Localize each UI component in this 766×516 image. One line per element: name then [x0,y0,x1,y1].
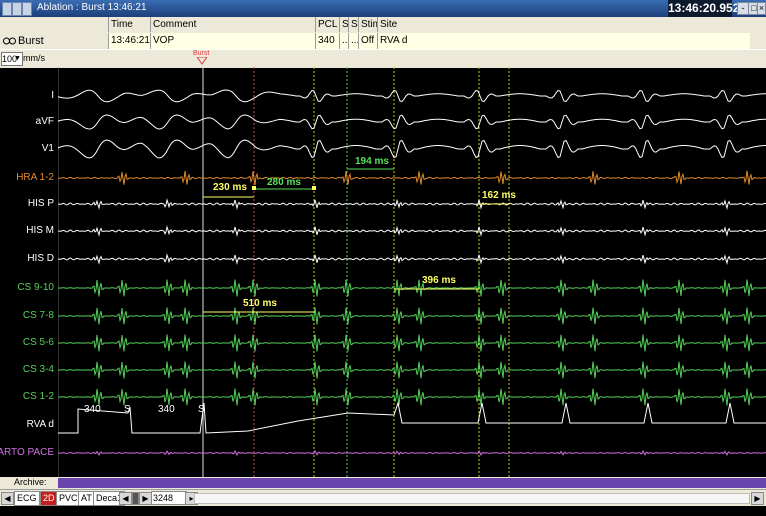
window-title: Ablation : Burst 13:46:21 [37,2,147,13]
measurement-396-label: 396 ms [422,275,456,286]
value-site[interactable]: RVA d [377,33,750,49]
burst-marker-label: Burst [193,50,210,57]
header-pcl[interactable]: PCL [315,17,339,32]
bottom-toolbar: ◀ ECG 2D PVC AT Deca1 ◀ ▶ 3248 ms ▸ ▶ [0,489,766,515]
channel-label-cs-5-6[interactable]: CS 5-6 [23,337,54,348]
trace-his-p [57,198,766,210]
window-icon[interactable] [22,2,32,16]
procedure-name: Burst [18,35,44,47]
header-s1[interactable]: S [339,17,349,32]
value-comment[interactable]: VOP [150,33,315,49]
header-time[interactable]: Time [108,17,150,32]
value-time[interactable]: 13:46:21 [108,33,150,49]
header-site[interactable]: Site [377,17,750,32]
archive-bar: Archive: [0,477,766,489]
channel-label-cs-7-8[interactable]: CS 7-8 [23,310,54,321]
value-s1[interactable]: ... [339,33,348,49]
channel-label-rva-d[interactable]: RVA d [27,419,54,430]
measurement-510-label: 510 ms [243,298,277,309]
trace-his-m [57,225,766,237]
clock-display: 13:46:20.952 [668,0,740,17]
tab-ecg[interactable]: ECG [14,491,40,506]
glasses-icon [3,36,16,46]
first-page-icon[interactable]: ◀ [1,492,14,505]
trace-cs-3-4 [58,361,766,379]
prev-page-icon[interactable]: ◀ [119,492,132,505]
trace-cs-7-8 [58,307,766,325]
header-s2[interactable]: St [348,17,360,32]
signal-area[interactable]: 230 ms 280 ms 194 ms 162 ms 510 ms 396 m… [57,67,766,477]
close-icon[interactable]: × [757,2,766,15]
measurement-162: 162 ms [479,190,516,205]
channel-label-i[interactable]: I [51,90,54,101]
trace-v1 [57,139,766,159]
title-bar: Ablation : Burst 13:46:21 [0,0,766,17]
header-stim[interactable]: Stim# [358,17,377,32]
channel-label-hra-1-2[interactable]: HRA 1-2 [16,172,54,183]
channel-label-cs-1-2[interactable]: CS 1-2 [23,391,54,402]
stim-s-label: S [124,404,131,415]
scroll-thumb[interactable] [132,492,139,505]
tab-pvc[interactable]: PVC [56,491,81,506]
chevron-down-icon[interactable]: ▼ [14,53,21,65]
window-icon[interactable] [12,2,22,16]
channel-label-his-p[interactable]: HIS P [28,198,54,209]
trace-carto-pace [58,449,766,456]
burst-marker-icon[interactable] [197,57,207,67]
stim-s-label: S [198,404,205,415]
trace-cs-9-10 [58,279,766,297]
stim-cl-label: 340 [158,404,175,415]
time-scrollbar[interactable] [194,493,750,504]
sweep-speed-unit: mm/s [23,53,45,63]
signal-traces: 230 ms 280 ms 194 ms 162 ms 510 ms 396 m… [57,67,766,477]
trace-his-d [57,253,766,265]
channel-label-v1[interactable]: V1 [42,143,54,154]
measurement-280-label: 280 ms [267,177,301,188]
trace-avf [57,114,766,130]
measurement-194: 194 ms [347,156,394,170]
archive-label: Archive: [14,477,47,487]
channel-label-cs-3-4[interactable]: CS 3-4 [23,364,54,375]
window-duration: 3248 ms [151,491,187,515]
trace-hra-1-2 [57,170,766,185]
stim-cl-label: 340 [84,404,101,415]
measurement-230: 230 ms [203,182,254,198]
value-s2[interactable]: ... [348,33,358,49]
measurement-194-label: 194 ms [355,156,389,167]
sweep-toolbar [0,49,766,68]
header-comment[interactable]: Comment [150,17,315,32]
channel-labels: IaVF V1 HRA 1-2 HIS P HIS M HIS D CS 9-10 CS 7-… [0,67,58,477]
channel-label-carto-pace[interactable]: CARTO PACE [0,447,54,458]
channel-label-avf[interactable]: aVF [36,116,54,127]
value-pcl[interactable]: 340 [315,33,339,49]
measurement-162-label: 162 ms [482,190,516,201]
value-stim[interactable]: Off [358,33,377,49]
window-icon[interactable] [2,2,12,16]
channel-label-his-d[interactable]: HIS D [27,253,54,264]
sweep-speed-select[interactable]: 100 ▼ [1,52,23,66]
trace-cs-1-2 [58,388,766,406]
measurement-510: 510 ms [203,298,314,313]
last-page-icon[interactable]: ▶ [751,492,764,505]
measurement-396: 396 ms [394,275,479,290]
channel-label-his-m[interactable]: HIS M [26,225,54,236]
measurement-230-label: 230 ms [213,182,247,193]
trace-cs-5-6 [58,334,766,352]
archive-timeline[interactable] [58,478,766,488]
channel-label-cs-9-10[interactable]: CS 9-10 [17,282,54,293]
tab-2d[interactable]: 2D [40,491,58,506]
trace-i [57,89,766,103]
